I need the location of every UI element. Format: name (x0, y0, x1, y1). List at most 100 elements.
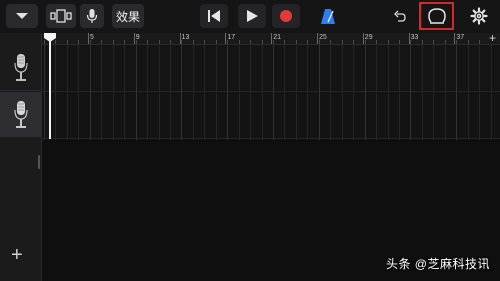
ruler-bar-label: 13 (181, 34, 190, 41)
ruler-bar-label: 37 (456, 34, 465, 41)
grid-line (215, 45, 217, 140)
grid-line (376, 45, 378, 140)
ruler-minor-tick (284, 40, 286, 44)
ruler-minor-tick (307, 40, 309, 44)
record-button[interactable] (272, 4, 300, 28)
playhead-handle-icon[interactable] (44, 33, 56, 42)
grid-line (295, 45, 297, 140)
grid-line (353, 45, 355, 140)
ruler-minor-tick (341, 40, 343, 44)
grid-line (410, 45, 412, 140)
ruler-minor-tick (421, 40, 423, 44)
microphone-button[interactable] (80, 4, 104, 28)
grid-line (456, 45, 458, 140)
effects-label: 效果 (115, 9, 140, 24)
grid-line (364, 45, 366, 140)
ruler-minor-tick (433, 40, 435, 44)
grid-line (318, 45, 320, 140)
ruler-minor-tick (410, 40, 412, 44)
ruler-minor-tick (89, 40, 91, 44)
ruler-minor-tick (147, 40, 149, 44)
chevron-down-icon (16, 13, 28, 19)
grid-line (387, 45, 389, 140)
grid-line (204, 45, 206, 140)
ruler-minor-tick (376, 40, 378, 44)
metronome-button[interactable] (314, 4, 342, 28)
playhead-line[interactable] (49, 33, 51, 139)
browser-dropdown-button[interactable] (6, 4, 38, 28)
undo-button[interactable] (388, 4, 412, 28)
ruler-minor-tick (387, 40, 389, 44)
grid-line (330, 45, 332, 140)
grid-line (55, 45, 57, 140)
grid-line (89, 45, 91, 140)
ruler-minor-tick (444, 40, 446, 44)
ruler-minor-tick (250, 40, 252, 44)
ruler-minor-tick (479, 40, 481, 44)
ruler-minor-tick (101, 40, 103, 44)
ruler-minor-tick (124, 40, 126, 44)
ruler-minor-tick (215, 40, 217, 44)
ruler-minor-tick (112, 40, 114, 44)
grid-line (284, 45, 286, 140)
add-track-button[interactable]: + (11, 245, 23, 265)
grid-line (158, 45, 160, 140)
effects-button[interactable]: 效果 (112, 4, 144, 28)
grid-line (192, 45, 194, 140)
ruler-bar-label: 33 (410, 34, 419, 41)
track-lane-2[interactable] (42, 92, 500, 139)
grid-line (398, 45, 400, 140)
grid-line (112, 45, 114, 140)
grid-line (490, 45, 492, 140)
ruler-minor-tick (330, 40, 332, 44)
track-header-2-selected[interactable] (0, 92, 41, 137)
go-to-beginning-button[interactable] (200, 4, 228, 28)
ruler-minor-tick (238, 40, 240, 44)
watermark-text: 头条 @芝麻科技讯 (385, 257, 490, 271)
ruler-bar-label: 29 (364, 34, 373, 41)
settings-button[interactable] (464, 4, 494, 28)
grid-line (273, 45, 274, 140)
timeline-ruler[interactable]: + 5 9 13 17 21 25 29 33 37 (42, 31, 500, 45)
grid-line (135, 45, 137, 140)
grid-line (467, 45, 469, 140)
microphone-icon (86, 9, 98, 23)
grid-line (147, 45, 149, 140)
ruler-minor-tick (169, 40, 171, 44)
add-section-button[interactable]: + (489, 31, 496, 45)
ruler-minor-tick (467, 40, 469, 44)
record-icon (280, 10, 292, 22)
ruler-minor-tick (78, 40, 80, 44)
track-lane-1[interactable] (42, 45, 500, 92)
track-header-1[interactable] (0, 45, 41, 91)
grid-line (250, 45, 252, 140)
play-icon (247, 10, 258, 22)
grid-line (238, 45, 240, 140)
tracks-timeline-area[interactable] (42, 45, 500, 140)
grid-line (421, 45, 423, 140)
ruler-minor-tick (66, 40, 68, 44)
grid-line (181, 45, 183, 140)
microphone-instrument-icon (13, 100, 28, 128)
ruler-minor-tick (181, 40, 183, 44)
ruler-minor-tick (158, 40, 160, 44)
grid-line (261, 45, 263, 140)
gear-icon (470, 7, 488, 25)
ruler-bar-label: 25 (319, 34, 327, 41)
grid-line (66, 45, 68, 140)
grid-line (433, 45, 435, 140)
ruler-minor-tick (204, 40, 206, 44)
ruler-minor-tick (261, 40, 263, 44)
play-button[interactable] (238, 4, 266, 28)
ruler-minor-tick (353, 40, 355, 44)
tracks-view-button[interactable] (46, 4, 76, 28)
grid-line (44, 45, 45, 140)
grid-line (341, 45, 343, 140)
grid-line (78, 45, 80, 140)
ruler-minor-tick (318, 40, 320, 44)
grid-line (444, 45, 446, 140)
loop-button-highlight-box (419, 2, 454, 30)
track-panel-resize-handle[interactable] (38, 155, 40, 169)
ruler-bar-label: 17 (227, 34, 236, 41)
ruler-minor-tick (295, 40, 297, 44)
